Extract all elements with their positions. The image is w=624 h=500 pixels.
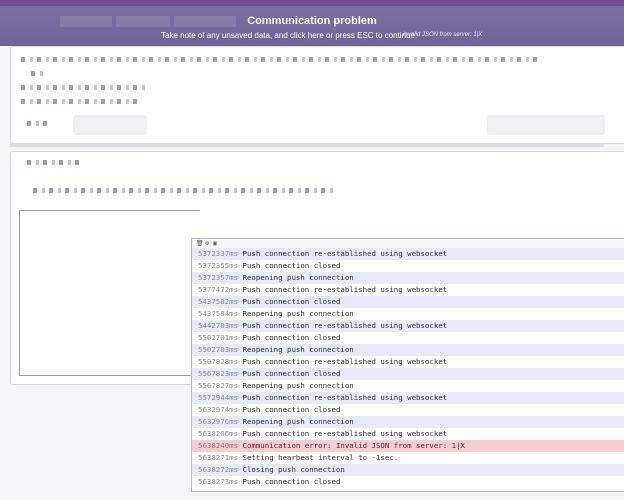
log-message: Push connection closed	[242, 333, 341, 342]
debug-console: 🗑 ⚙ ▣ 5372337ms Push connection re-estab…	[191, 238, 624, 492]
log-timestamp: 5442703ms	[198, 321, 239, 330]
blurred-field	[73, 115, 147, 135]
blurred-field	[487, 115, 605, 135]
log-timestamp: 5632976ms	[198, 417, 239, 426]
console-error-row: 5638240ms Communication error: Invalid J…	[192, 440, 624, 452]
log-timestamp: 5632974ms	[198, 405, 239, 414]
log-timestamp: 5567823ms	[198, 369, 239, 378]
content-panel-top	[10, 46, 624, 144]
banner-message: Take note of any unsaved data, and click…	[161, 31, 418, 40]
log-timestamp: 5507828ms	[198, 357, 239, 366]
log-message: Push connection closed	[242, 477, 341, 486]
blurred-text	[27, 160, 83, 165]
banner-error-detail: Invalid JSON from server: 1|X	[403, 32, 483, 38]
console-log-row: 5632974ms Push connection closed	[192, 404, 624, 416]
console-log-row: 5638273ms Push connection closed	[192, 476, 624, 488]
console-log-row: 5372355ms Push connection closed	[192, 260, 624, 272]
console-log-row: 5638271ms Setting hearbeat interval to -…	[192, 452, 624, 464]
log-timestamp: 5638272ms	[198, 465, 239, 474]
console-log-row: 5372337ms Push connection re-established…	[192, 248, 624, 260]
log-message: Reopening push connection	[242, 417, 354, 426]
log-message: Push connection re-established using web…	[242, 285, 448, 294]
log-message: Push connection re-established using web…	[242, 249, 448, 258]
log-message: Push connection closed	[242, 261, 341, 270]
log-timestamp: 5638206ms	[198, 429, 239, 438]
console-log-row: 5572944ms Push connection re-established…	[192, 392, 624, 404]
log-message: Reopening push connection	[242, 309, 354, 318]
log-timestamp: 5372357ms	[198, 273, 239, 282]
log-timestamp: 5377472ms	[198, 285, 239, 294]
banner-title: Communication problem	[247, 15, 377, 27]
log-timestamp: 5638271ms	[198, 453, 239, 462]
blurred-text	[21, 99, 141, 104]
log-timestamp: 5638273ms	[198, 477, 239, 486]
console-log-row: 5567823ms Push connection closed	[192, 368, 624, 380]
log-message: Reopening push connection	[242, 345, 354, 354]
log-message: Push connection closed	[242, 297, 341, 306]
communication-problem-banner[interactable]: Communication problem Take note of any u…	[0, 6, 624, 46]
log-message: Push connection re-established using web…	[242, 357, 448, 366]
log-message: Closing push connection	[242, 465, 345, 474]
blurred-text	[31, 71, 45, 76]
console-log-row: 5507828ms Push connection re-established…	[192, 356, 624, 368]
section-divider	[10, 143, 604, 147]
log-timestamp: 5437582ms	[198, 297, 239, 306]
log-message: Push connection re-established using web…	[242, 393, 448, 402]
console-log-row: 5632976ms Reopening push connection	[192, 416, 624, 428]
text-editor-area[interactable]	[19, 210, 200, 376]
log-message: Reopening push connection	[242, 273, 354, 282]
log-message: Communication error: Invalid JSON from s…	[242, 441, 465, 450]
trash-icon[interactable]: 🗑	[196, 240, 204, 247]
log-timestamp: 5502701ms	[198, 333, 239, 342]
log-timestamp: 5567827ms	[198, 381, 239, 390]
console-log-row: 5377472ms Push connection re-established…	[192, 284, 624, 296]
log-message: Reopening push connection	[242, 381, 354, 390]
console-log-row: 5567827ms Reopening push connection	[192, 380, 624, 392]
log-timestamp: 5372337ms	[198, 249, 239, 258]
console-log-row: 5502701ms Push connection closed	[192, 332, 624, 344]
settings-icon[interactable]: ⚙	[204, 240, 210, 247]
log-message: Push connection closed	[242, 405, 341, 414]
log-timestamp: 5638240ms	[198, 441, 239, 450]
log-timestamp: 5437584ms	[198, 309, 239, 318]
log-timestamp: 5372355ms	[198, 261, 239, 270]
blurred-text	[27, 121, 47, 126]
blurred-text	[21, 57, 541, 62]
console-log-row: 5638272ms Closing push connection	[192, 464, 624, 476]
console-log-row: 5442703ms Push connection re-established…	[192, 320, 624, 332]
log-message: Setting hearbeat interval to -1sec.	[242, 453, 399, 462]
lock-icon[interactable]: ▣	[212, 240, 218, 247]
console-log-row: 5437582ms Push connection closed	[192, 296, 624, 308]
log-message: Push connection re-established using web…	[242, 429, 448, 438]
blurred-text	[21, 85, 149, 90]
log-timestamp: 5572944ms	[198, 393, 239, 402]
console-log-row: 5502703ms Reopening push connection	[192, 344, 624, 356]
blurred-text	[33, 188, 333, 193]
console-log-row: 5437584ms Reopening push connection	[192, 308, 624, 320]
log-message: Push connection closed	[242, 369, 341, 378]
console-log-row: 5372357ms Reopening push connection	[192, 272, 624, 284]
console-log-list: 5372337ms Push connection re-established…	[192, 248, 624, 488]
app-window: Communication problem Take note of any u…	[0, 0, 624, 500]
log-message: Push connection re-established using web…	[242, 321, 448, 330]
log-timestamp: 5502703ms	[198, 345, 239, 354]
console-toolbar: 🗑 ⚙ ▣	[192, 239, 624, 248]
console-log-row: 5638206ms Push connection re-established…	[192, 428, 624, 440]
